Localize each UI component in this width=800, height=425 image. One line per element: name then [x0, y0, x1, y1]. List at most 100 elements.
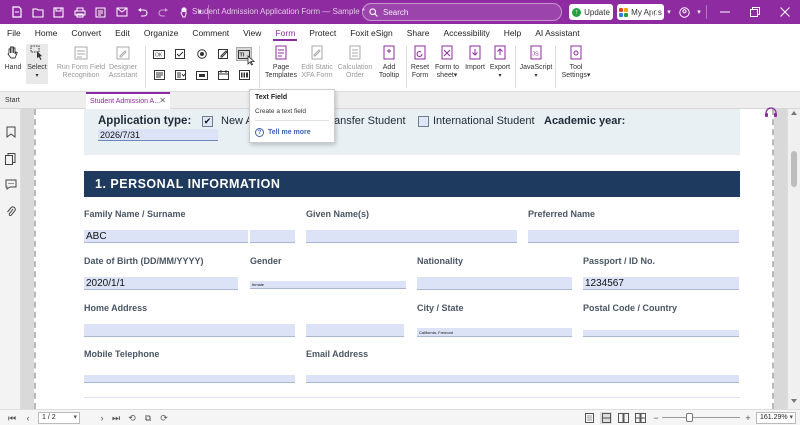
- rotate-view-icon[interactable]: ⟳: [158, 412, 170, 424]
- vertical-scrollbar[interactable]: [787, 109, 800, 409]
- tab-start[interactable]: Start: [0, 92, 86, 109]
- continuous-view-icon[interactable]: [600, 412, 612, 424]
- menu-ai-assistant[interactable]: AI Assistant: [528, 24, 586, 42]
- list-box-field-icon[interactable]: [152, 69, 166, 81]
- menu-organize[interactable]: Organize: [137, 24, 186, 42]
- tell-me-more-link[interactable]: ? Tell me more: [255, 128, 311, 137]
- menu-accessibility[interactable]: Accessibility: [436, 24, 496, 42]
- date-field-icon[interactable]: [216, 69, 230, 81]
- page-number-select[interactable]: 1 / 2: [38, 412, 80, 424]
- form-to-sheet-button[interactable]: Form to sheet▾: [433, 44, 461, 80]
- close-tab-icon[interactable]: ✕: [159, 96, 166, 105]
- application-date-field[interactable]: 2026/7/31: [98, 129, 218, 141]
- zoom-level-select[interactable]: 161.29%: [756, 412, 796, 424]
- select-tool-button[interactable]: Select ▾: [26, 44, 48, 84]
- page-templates-button[interactable]: Page Templates: [264, 44, 298, 80]
- update-button[interactable]: ↑ Update: [569, 4, 613, 20]
- last-page-icon[interactable]: ⏭: [110, 412, 122, 424]
- scroll-down-arrow-icon[interactable]: [791, 399, 797, 403]
- email-field[interactable]: [306, 375, 739, 383]
- signature-field-icon[interactable]: [216, 48, 230, 60]
- image-field-icon[interactable]: [195, 69, 209, 81]
- restore-icon[interactable]: [740, 0, 770, 24]
- redo-icon[interactable]: [153, 0, 174, 24]
- reset-form-button[interactable]: Reset Form: [409, 44, 431, 80]
- hand-tool-button[interactable]: Hand: [3, 44, 23, 72]
- menu-file[interactable]: File: [0, 24, 28, 42]
- attachment-icon[interactable]: [4, 205, 17, 218]
- first-page-icon[interactable]: ⏮: [6, 412, 18, 424]
- zoom-in-icon[interactable]: +: [742, 412, 754, 424]
- gender-field[interactable]: female: [250, 281, 406, 289]
- scroll-up-arrow-icon[interactable]: [791, 111, 797, 115]
- pages-thumbnail-icon[interactable]: [4, 152, 17, 165]
- home-address-field[interactable]: [84, 324, 295, 337]
- zoom-slider-track[interactable]: [662, 417, 740, 418]
- add-tooltip-button[interactable]: Add Tooltip: [374, 44, 404, 80]
- save-icon[interactable]: [48, 0, 69, 24]
- next-view-icon[interactable]: ⧉: [142, 412, 154, 424]
- menu-share[interactable]: Share: [400, 24, 437, 42]
- previous-page-icon[interactable]: ‹: [22, 412, 34, 424]
- nationality-field[interactable]: [417, 277, 572, 290]
- facing-view-icon[interactable]: [617, 412, 629, 424]
- run-form-field-recognition-button[interactable]: Run Form Field Recognition: [56, 44, 106, 80]
- minimize-icon[interactable]: [710, 0, 740, 24]
- bookmark-icon[interactable]: [4, 125, 17, 138]
- bell-dropdown-icon[interactable]: ▾: [665, 0, 673, 24]
- comments-icon[interactable]: [4, 178, 17, 191]
- open-folder-icon[interactable]: [27, 0, 48, 24]
- home-address-extra-field[interactable]: [306, 324, 404, 337]
- print-icon[interactable]: [69, 0, 90, 24]
- menu-convert[interactable]: Convert: [64, 24, 108, 42]
- search-input[interactable]: Search: [362, 3, 562, 21]
- close-window-icon[interactable]: [770, 0, 800, 24]
- menu-help[interactable]: Help: [497, 24, 528, 42]
- designer-assistant-button[interactable]: Designer Assistant: [106, 44, 140, 80]
- passport-field[interactable]: 1234567: [583, 277, 739, 290]
- radio-button-field-icon[interactable]: [195, 48, 209, 60]
- app-logo-icon[interactable]: [6, 0, 27, 24]
- city-state-field[interactable]: California, Fremont: [417, 328, 572, 337]
- email-icon[interactable]: [111, 0, 132, 24]
- next-page-icon[interactable]: ›: [96, 412, 108, 424]
- combo-box-field-icon[interactable]: [173, 69, 187, 81]
- new-applicant-checkbox[interactable]: ✔: [202, 116, 213, 127]
- account-dropdown-icon[interactable]: ▾: [695, 0, 703, 24]
- menu-form[interactable]: Form: [268, 24, 302, 42]
- tool-settings-button[interactable]: Tool Settings▾: [559, 44, 593, 80]
- continuous-facing-view-icon[interactable]: [634, 412, 646, 424]
- family-name-extra-field[interactable]: [250, 230, 295, 243]
- support-headset-button[interactable]: [757, 102, 785, 124]
- international-student-checkbox[interactable]: [418, 116, 429, 127]
- undo-icon[interactable]: [132, 0, 153, 24]
- scrollbar-thumb[interactable]: [791, 151, 797, 187]
- postal-country-field[interactable]: [583, 330, 739, 337]
- export-button[interactable]: Export ▾: [488, 44, 512, 80]
- single-page-view-icon[interactable]: [583, 412, 595, 424]
- tab-student-admission[interactable]: Student Admission A... ✕: [86, 92, 170, 109]
- javascript-button[interactable]: JS JavaScript ▾: [519, 44, 553, 80]
- properties-icon[interactable]: [90, 0, 111, 24]
- menu-foxit-esign[interactable]: Foxit eSign: [343, 24, 400, 42]
- mobile-field[interactable]: [84, 375, 295, 383]
- menu-home[interactable]: Home: [28, 24, 65, 42]
- given-names-field[interactable]: [306, 230, 517, 243]
- menu-edit[interactable]: Edit: [108, 24, 137, 42]
- previous-view-icon[interactable]: ⟲: [126, 412, 138, 424]
- dob-field[interactable]: 2020/1/1: [84, 277, 238, 290]
- account-icon[interactable]: [673, 0, 695, 24]
- barcode-field-icon[interactable]: [237, 69, 251, 81]
- family-name-field[interactable]: ABC: [84, 230, 248, 243]
- zoom-slider-knob[interactable]: [686, 413, 694, 422]
- menu-protect[interactable]: Protect: [302, 24, 343, 42]
- import-button[interactable]: Import: [463, 44, 487, 72]
- menu-comment[interactable]: Comment: [185, 24, 236, 42]
- push-button-field-icon[interactable]: OK: [152, 48, 166, 60]
- menu-view[interactable]: View: [236, 24, 268, 42]
- preferred-name-field[interactable]: [528, 230, 739, 243]
- checkbox-field-icon[interactable]: [173, 48, 187, 60]
- zoom-out-icon[interactable]: −: [650, 412, 662, 424]
- edit-static-xfa-form-button[interactable]: Edit Static XFA Form: [299, 44, 335, 80]
- notification-bell-icon[interactable]: [643, 0, 665, 24]
